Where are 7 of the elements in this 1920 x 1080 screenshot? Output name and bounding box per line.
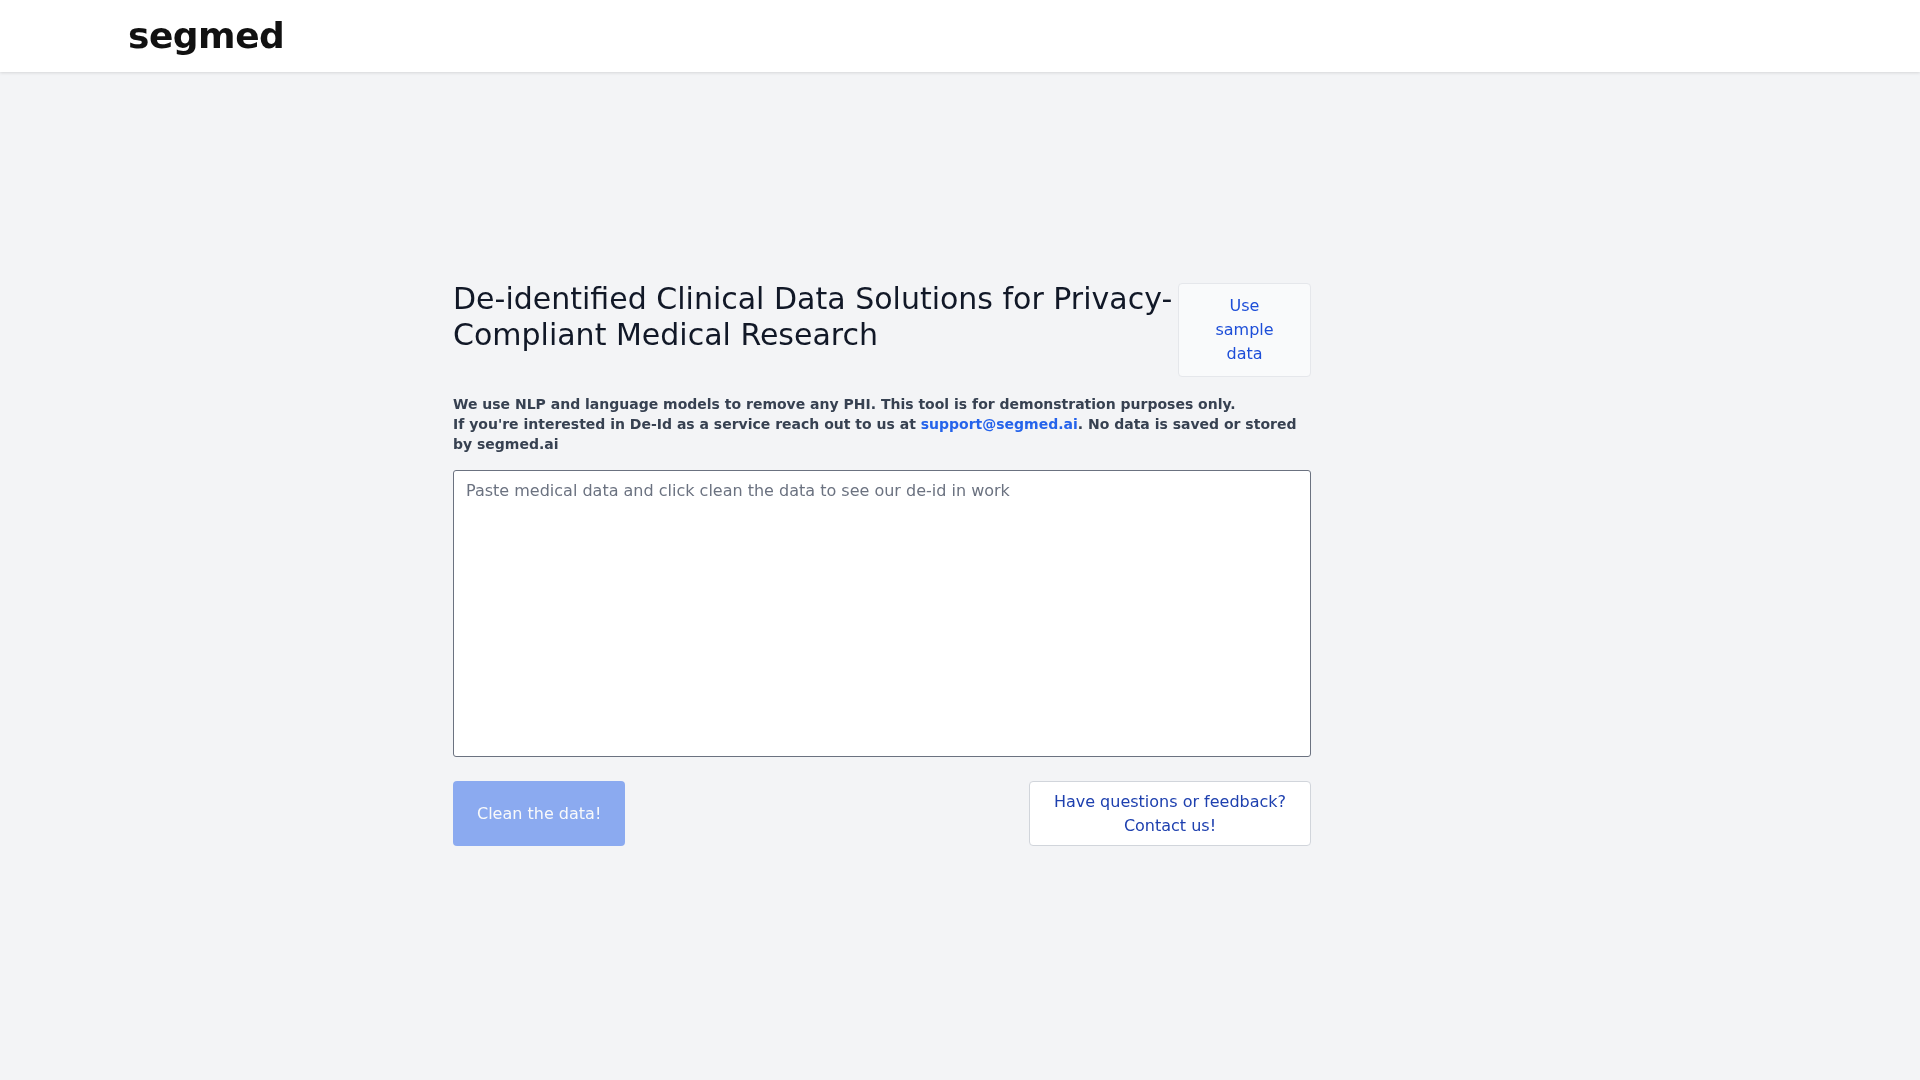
email-link[interactable]: support@segmed.ai	[920, 416, 1078, 432]
use-sample-data-button[interactable]: Use sample data	[1178, 283, 1311, 377]
logo[interactable]: segmed	[128, 18, 285, 54]
medical-data-textarea[interactable]: Paste medical data and click clean the data to see our de-id in work	[453, 470, 1311, 757]
contact-us-button[interactable]: Have questions or feedback? Contact us!	[1029, 781, 1311, 846]
page-title: De-identified Clinical Data Solutions for Privacy-Compliant Medical Research	[453, 281, 1173, 353]
notice-text: We use NLP and language models to remove any PHI. This tool is for demonstration purposes only. If you're interested in De-Id as a service reach out to us at support@segmed.ai. No data is saved or stored by segmed.ai	[453, 395, 1298, 454]
